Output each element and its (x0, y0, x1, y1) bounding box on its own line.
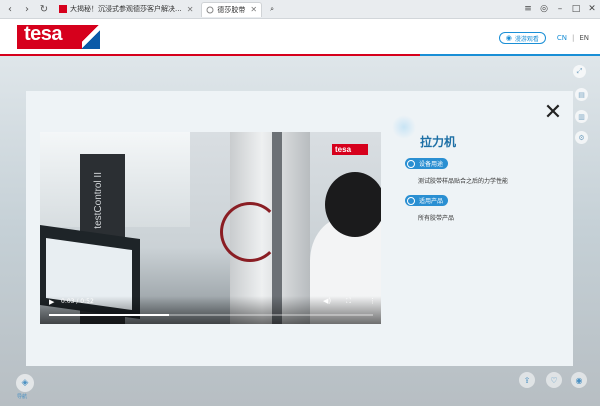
favicon-icon (59, 5, 67, 13)
more-options-icon[interactable]: ⋮ (369, 297, 376, 305)
lang-separator: | (571, 34, 575, 42)
play-icon[interactable]: ▶ (49, 298, 54, 306)
map-icon[interactable]: ▤ (575, 88, 588, 101)
browse-button[interactable]: ◉ 漫游观看 (498, 32, 546, 44)
tab-label: 德莎胶带 (217, 5, 246, 14)
products-badge: 适用产品 (405, 195, 449, 206)
cabinet-label: testControl II (93, 172, 104, 229)
globe-icon[interactable]: ◎ (536, 2, 552, 16)
fullscreen-icon[interactable]: ⤢ (573, 65, 586, 78)
purpose-text: 测试胶带样品贴合之后的力学性能 (418, 178, 509, 185)
close-window-icon[interactable]: ✕ (584, 2, 600, 16)
browser-toolbar: ‹ › ↻ 大揭秘！沉浸式参观德莎客户解决... ✕ 德莎胶带 ✕ ⌕ ≡ ◎ … (0, 0, 600, 19)
lang-en-link[interactable]: EN (579, 34, 589, 42)
settings-icon[interactable]: ⚙ (575, 131, 588, 144)
forward-icon[interactable]: › (20, 2, 34, 16)
reload-icon[interactable]: ↻ (37, 2, 51, 16)
tab-promo[interactable]: 大揭秘！沉浸式参观德莎客户解决... ✕ (55, 2, 197, 17)
like-icon[interactable]: ♡ (546, 372, 562, 388)
menu-icon[interactable]: ≡ (520, 2, 536, 16)
video-tesa-logo: tesa (332, 144, 368, 155)
close-icon[interactable]: ✕ (540, 102, 566, 124)
view-icon[interactable]: ◉ (571, 372, 587, 388)
equipment-title: 拉力机 (420, 135, 457, 149)
eye-icon: ◉ (505, 34, 512, 42)
video-progress-bar[interactable] (49, 314, 373, 316)
back-icon[interactable]: ‹ (3, 2, 17, 16)
target-icon (407, 159, 415, 168)
search-icon[interactable]: ⌕ (266, 2, 278, 17)
fullscreen-video-icon[interactable]: ⛶ (346, 297, 351, 306)
lang-cn-link[interactable]: CN (557, 34, 567, 42)
volume-icon[interactable]: ◀) (323, 297, 331, 305)
video-time: 0:03 / 0:52 (61, 298, 94, 305)
video-progress-fill (49, 314, 169, 316)
title-decoration-icon (392, 115, 416, 139)
share-icon[interactable]: ⇪ (519, 372, 535, 388)
purpose-badge: 设备用途 (405, 158, 449, 169)
navigation-label: 导航 (17, 394, 28, 400)
close-tab-icon[interactable]: ✕ (187, 5, 194, 14)
browse-label: 漫游观看 (514, 35, 539, 43)
tesa-logo[interactable]: tesa (17, 25, 100, 49)
products-text: 所有胶带产品 (418, 215, 455, 222)
navigation-icon[interactable]: ◈ (16, 374, 34, 392)
close-tab-icon[interactable]: ✕ (250, 5, 257, 14)
link-icon (206, 6, 214, 13)
logo-stripe (82, 25, 100, 49)
document-icon[interactable]: ▥ (575, 110, 588, 123)
tab-label: 大揭秘！沉浸式参观德莎客户解决... (70, 5, 182, 13)
maximize-icon[interactable]: □ (568, 2, 584, 16)
minimize-icon[interactable]: – (552, 2, 568, 16)
target-icon (407, 196, 415, 205)
site-header: tesa ◉ 漫游观看 CN | EN (0, 19, 600, 54)
tab-tesa[interactable]: 德莎胶带 ✕ (201, 1, 263, 17)
